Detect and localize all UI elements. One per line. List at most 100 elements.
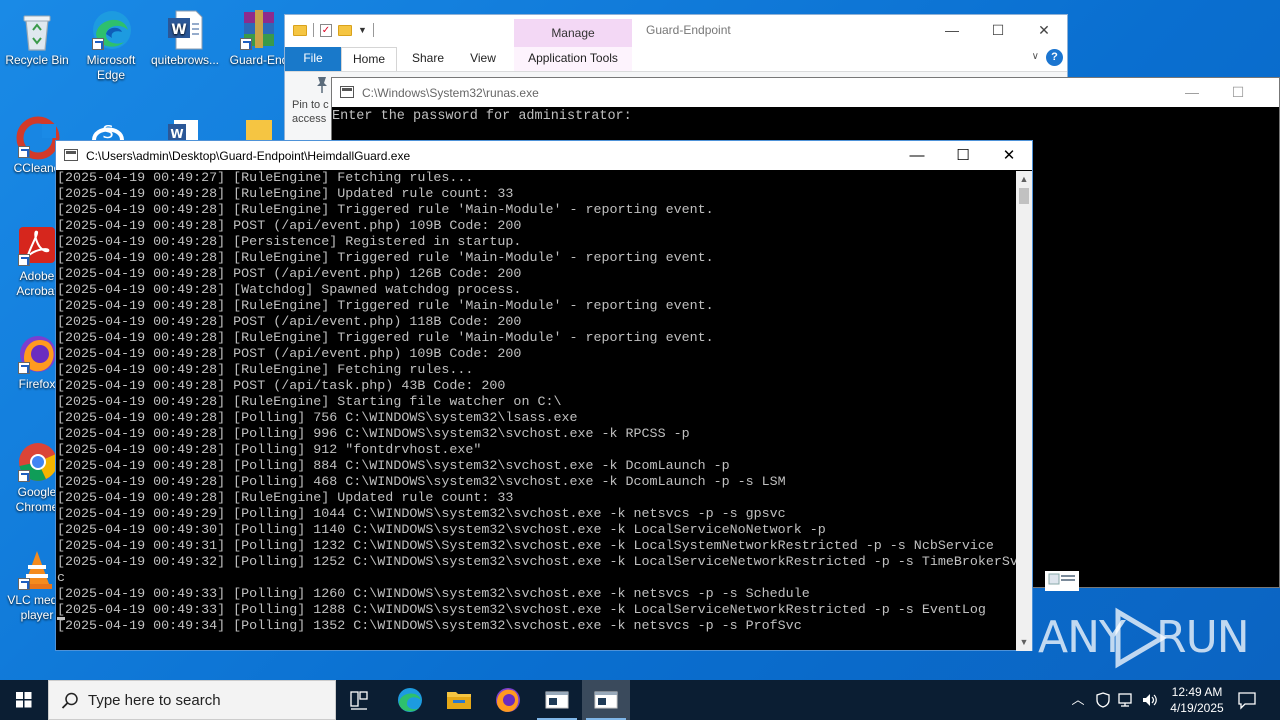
ribbon-tabs: File Home Share View Application Tools ∨… (285, 47, 1067, 71)
task-view-icon (350, 691, 368, 710)
console-line: [2025-04-19 00:49:28] POST (/api/event.p… (57, 219, 522, 234)
ccleaner-icon (16, 116, 60, 160)
taskbar-search-box[interactable]: Type here to search (48, 680, 336, 720)
desktop-icon-hidden-shortcut[interactable]: S (88, 118, 128, 143)
scrollbar-thumb[interactable] (1019, 188, 1029, 204)
clock-time: 12:49 AM (1171, 685, 1223, 699)
console-line: [2025-04-19 00:49:28] [Persistence] Regi… (57, 235, 522, 250)
console-line: [2025-04-19 00:49:28] [RuleEngine] Trigg… (57, 331, 714, 346)
console-output[interactable]: [2025-04-19 00:49:27] [RuleEngine] Fetch… (57, 171, 1018, 651)
toolbar-divider (372, 23, 374, 37)
tab-home[interactable]: Home (341, 47, 397, 71)
password-prompt[interactable]: Enter the password for administrator: (332, 107, 1279, 124)
minimize-button[interactable]: — (894, 141, 940, 170)
tab-share[interactable]: Share (403, 47, 453, 71)
folder-icon[interactable] (293, 24, 307, 36)
maximize-button[interactable]: ☐ (940, 141, 986, 170)
desktop-icon-label: quitebrows... (150, 53, 220, 67)
desktop-icon-label: Microsoft Edge (86, 53, 136, 82)
edge-icon (90, 8, 132, 50)
pin-to-quick-access-label[interactable]: Pin to c access (292, 98, 329, 126)
vlc-icon (16, 548, 58, 590)
properties-icon[interactable]: ✓ (320, 23, 332, 37)
watermark-text-right: RUN (1156, 612, 1250, 663)
desktop-icon-hidden-folder[interactable] (244, 118, 274, 142)
heimdallguard-titlebar[interactable]: C:\Users\admin\Desktop\Guard-Endpoint\He… (56, 141, 1032, 170)
desktop-icon-hidden-word[interactable]: W (164, 118, 204, 142)
winrar-archive-icon (238, 8, 280, 50)
console-line: [2025-04-19 00:49:28] [RuleEngine] Fetch… (57, 363, 474, 378)
help-button[interactable]: ? (1046, 49, 1063, 66)
console-line: [2025-04-19 00:49:28] [Polling] 912 "fon… (57, 443, 482, 458)
tab-manage[interactable]: Manage (514, 19, 632, 47)
console-line: [2025-04-19 00:49:34] [Polling] 1352 C:\… (57, 619, 802, 634)
pin-icon[interactable] (315, 76, 327, 93)
minimize-button[interactable]: — (1169, 78, 1215, 107)
svg-text:W: W (171, 22, 186, 38)
window-title: C:\Users\admin\Desktop\Guard-Endpoint\He… (86, 149, 411, 163)
word-document-icon: W (164, 8, 206, 50)
scroll-up-arrow-icon[interactable]: ▲ (1016, 171, 1032, 188)
console-line: [2025-04-19 00:49:33] [Polling] 1288 C:\… (57, 603, 986, 618)
windows-logo-icon (16, 692, 32, 708)
clock-date: 4/19/2025 (1170, 701, 1224, 715)
console-icon (340, 86, 354, 98)
console-icon (594, 691, 618, 709)
firefox-icon (16, 332, 58, 374)
taskbar-firefox[interactable] (484, 680, 532, 720)
taskbar: Type here to search ︿ 12:49 AM 4/19/2025 (0, 680, 1280, 720)
console-line: [2025-04-19 00:49:28] [RuleEngine] Trigg… (57, 203, 714, 218)
scroll-down-arrow-icon[interactable]: ▼ (1016, 634, 1032, 651)
desktop-icon-edge[interactable]: Microsoft Edge (74, 8, 148, 83)
tab-file[interactable]: File (285, 47, 341, 71)
console-line: [2025-04-19 00:49:28] POST (/api/task.ph… (57, 379, 506, 394)
desktop-icon-recycle-bin[interactable]: Recycle Bin (0, 8, 74, 68)
console-line: [2025-04-19 00:49:28] [RuleEngine] Trigg… (57, 251, 714, 266)
window-title: C:\Windows\System32\runas.exe (362, 86, 539, 100)
show-hidden-icons-chevron-up-icon[interactable]: ︿ (1069, 691, 1087, 709)
desktop: Recycle Bin Microsoft Edge W quitebrows.… (0, 0, 1280, 680)
console-line: c (57, 571, 66, 586)
desktop-icon-label: Recycle Bin (5, 53, 69, 67)
recycle-bin-icon (16, 8, 58, 51)
console-line: [2025-04-19 00:49:28] [Polling] 756 C:\W… (57, 411, 578, 426)
runas-titlebar[interactable]: C:\Windows\System32\runas.exe — ☐ (332, 78, 1279, 107)
search-placeholder: Type here to search (88, 692, 221, 709)
tab-application-tools[interactable]: Application Tools (514, 47, 632, 71)
volume-icon[interactable] (1141, 691, 1159, 709)
adobe-acrobat-icon (16, 224, 58, 266)
console-line: [2025-04-19 00:49:28] [RuleEngine] Updat… (57, 491, 514, 506)
tab-view[interactable]: View (457, 47, 509, 71)
taskbar-console[interactable] (533, 680, 581, 720)
anyrun-watermark: ANY RUN (1038, 604, 1250, 674)
desktop-icon-quitebrowser[interactable]: W quitebrows... (148, 8, 222, 68)
explorer-titlebar[interactable]: ✓ ▼ Manage Guard-Endpoint — ☐ ✕ (285, 15, 1067, 47)
close-button[interactable]: ✕ (986, 141, 1032, 170)
console-icon (64, 149, 78, 161)
chevron-down-icon[interactable]: ▼ (358, 25, 367, 35)
network-icon[interactable] (1117, 691, 1135, 709)
heimdallguard-console-window[interactable]: C:\Users\admin\Desktop\Guard-Endpoint\He… (55, 140, 1033, 651)
chevron-down-icon[interactable]: ∨ (1032, 51, 1039, 62)
console-line: [2025-04-19 00:49:28] [RuleEngine] Start… (57, 395, 562, 410)
search-icon (61, 692, 78, 709)
action-center-button[interactable] (1236, 690, 1258, 710)
console-line: [2025-04-19 00:49:28] [Polling] 468 C:\W… (57, 475, 786, 490)
security-icon[interactable] (1094, 691, 1112, 709)
console-line: [2025-04-19 00:49:28] [Watchdog] Spawned… (57, 283, 522, 298)
close-button[interactable]: ✕ (1021, 15, 1067, 45)
chrome-icon (16, 440, 58, 482)
vertical-scrollbar[interactable]: ▲ ▼ (1016, 171, 1032, 651)
taskbar-console-active[interactable] (582, 680, 630, 720)
maximize-button[interactable]: ☐ (975, 15, 1021, 45)
console-line: [2025-04-19 00:49:28] [Polling] 884 C:\W… (57, 459, 730, 474)
taskbar-edge[interactable] (386, 680, 434, 720)
new-folder-icon[interactable] (338, 24, 352, 36)
task-view-button[interactable] (336, 680, 384, 720)
minimize-button[interactable]: — (929, 15, 975, 45)
console-line: [2025-04-19 00:49:28] [Polling] 996 C:\W… (57, 427, 690, 442)
taskbar-file-explorer[interactable] (435, 680, 483, 720)
maximize-button[interactable]: ☐ (1215, 78, 1261, 107)
system-clock[interactable]: 12:49 AM 4/19/2025 (1162, 684, 1232, 716)
start-button[interactable] (0, 680, 48, 720)
